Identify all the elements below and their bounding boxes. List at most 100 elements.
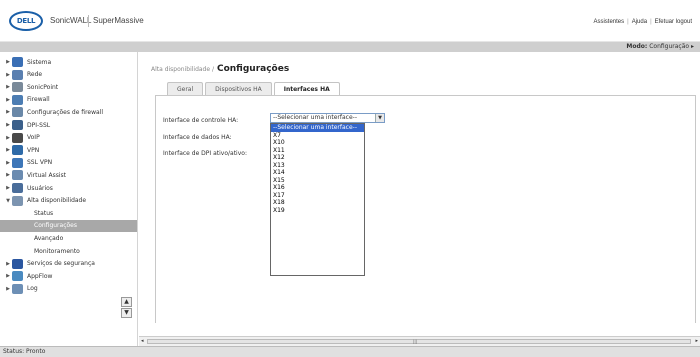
help-link[interactable]: Ajuda (632, 19, 647, 25)
sidebar-item-2[interactable]: ▶ Log (0, 283, 137, 295)
logout-link[interactable]: Efetuar logout (655, 19, 692, 25)
sidebar-item-5[interactable]: ▶ DPI-SSL (0, 119, 137, 131)
product-name: SuperMassive (93, 16, 144, 25)
chevron-right-icon[interactable]: ▶ (4, 160, 12, 166)
sidebar-subitem-2[interactable]: Avançado (0, 232, 137, 244)
sidebar-item-0[interactable]: ▶ Sistema (0, 56, 137, 68)
app-header: DELL SonicWALL SuperMassive Assistentes |… (0, 0, 700, 42)
sidebar-subitem-1[interactable]: Configurações (0, 219, 137, 232)
chevron-down-icon[interactable]: ▼ (375, 114, 384, 122)
dropdown-option[interactable]: X14 (271, 169, 364, 177)
chevron-right-icon[interactable]: ▶ (4, 273, 12, 279)
chevron-right-icon[interactable]: ▶ (4, 147, 12, 153)
brand-divider (88, 15, 89, 27)
sidebar-subitem-3[interactable]: Monitoramento (0, 245, 137, 257)
dropdown-option[interactable]: X16 (271, 184, 364, 192)
sidebar-item-label: SSL VPN (27, 159, 53, 167)
tab-dispositivos-ha[interactable]: Dispositivos HA (205, 82, 272, 95)
sidebar-item-3[interactable]: ▶ Firewall (0, 94, 137, 106)
scroll-thumb[interactable]: ||| (147, 339, 691, 344)
nav-icon (12, 82, 23, 93)
sidebar-item-label: Serviços de segurança (27, 260, 95, 268)
nav-icon (12, 271, 23, 282)
sidebar-item-2[interactable]: ▶ SonicPoint (0, 81, 137, 93)
dropdown-option[interactable]: X17 (271, 192, 364, 200)
sidebar-item-label: Log (27, 285, 38, 293)
mode-indicator[interactable]: Modo: Configuração ▸ (626, 43, 694, 50)
nav-icon (12, 107, 23, 118)
sidebar-item-label: Rede (27, 71, 43, 79)
sidebar-item-11[interactable]: ▼ Alta disponibilidade (0, 195, 137, 207)
sidebar-item-label: VoIP (27, 134, 40, 142)
interface-dropdown-list: --Selecionar uma interface-- X7 X10 X11 X12 X… (270, 123, 365, 276)
chevron-right-icon[interactable]: ▶ (4, 172, 12, 178)
chevron-right-icon[interactable]: ▶ (4, 72, 12, 78)
dropdown-option[interactable]: X7 (271, 132, 364, 140)
mode-bar: Modo: Configuração ▸ (0, 42, 700, 52)
sidebar-scrollbar[interactable]: ▲ ▼ (121, 297, 133, 319)
sidebar-item-1[interactable]: ▶ AppFlow (0, 270, 137, 282)
nav-icon (12, 170, 23, 181)
scroll-left-icon[interactable]: ◂ (141, 338, 144, 344)
sidebar-item-label: DPI-SSL (27, 121, 51, 129)
tab-interfaces-ha[interactable]: Interfaces HA (273, 82, 340, 96)
sidebar-item-0[interactable]: ▶ Serviços de segurança (0, 258, 137, 270)
nav-icon (12, 69, 23, 80)
sidebar-item-10[interactable]: ▶ Usuários (0, 182, 137, 194)
nav-icon (12, 94, 23, 105)
tab-panel (155, 95, 696, 323)
sidebar-item-label: VPN (27, 146, 40, 154)
nav-icon (12, 258, 23, 269)
sidebar-item-label: SonicPoint (27, 83, 59, 91)
sidebar-item-label: AppFlow (27, 272, 53, 280)
sidebar-item-7[interactable]: ▶ VPN (0, 144, 137, 156)
sidebar-item-label: Virtual Assist (27, 171, 67, 179)
page-title: Configurações (216, 64, 290, 74)
sidebar-item-6[interactable]: ▶ VoIP (0, 132, 137, 144)
dropdown-option[interactable]: X11 (271, 147, 364, 155)
chevron-right-icon[interactable]: ▶ (4, 84, 12, 90)
tab-bar: Geral Dispositivos HA Interfaces HA (167, 82, 342, 96)
nav-icon (12, 132, 23, 143)
dropdown-option[interactable]: --Selecionar uma interface-- (271, 124, 364, 132)
dropdown-option[interactable]: X10 (271, 139, 364, 147)
chevron-right-icon[interactable]: ▶ (4, 122, 12, 128)
scroll-right-icon[interactable]: ▸ (695, 338, 698, 344)
chevron-right-icon[interactable]: ▶ (4, 261, 12, 267)
sidebar-subitem-0[interactable]: Status (0, 207, 137, 219)
sidebar-item-8[interactable]: ▶ SSL VPN (0, 157, 137, 169)
sidebar-nav: ▶ Sistema ▶ Rede ▶ SonicPoint ▶ Firewall ▶ Config… (0, 52, 138, 346)
horizontal-scrollbar[interactable]: ◂ ||| ▸ (139, 336, 700, 346)
ha-data-interface-label: Interface de dados HA: (163, 134, 232, 141)
breadcrumb: Alta disponibilidade / Configurações (151, 64, 290, 74)
ha-control-interface-select[interactable]: --Selecionar uma interface-- ▼ (270, 113, 385, 123)
chevron-right-icon[interactable]: ▶ (4, 97, 12, 103)
scroll-up-icon[interactable]: ▲ (121, 297, 132, 307)
dropdown-option[interactable]: X18 (271, 199, 364, 207)
chevron-right-icon[interactable]: ▶ (4, 185, 12, 191)
nav-icon (12, 120, 23, 130)
chevron-right-icon[interactable]: ▶ (4, 135, 12, 141)
brand-name: SonicWALL (50, 16, 92, 25)
dell-logo: DELL (9, 11, 43, 31)
dpi-active-interface-label: Interface de DPI ativo/ativo: (163, 150, 247, 157)
dropdown-option[interactable]: X15 (271, 177, 364, 185)
chevron-right-icon[interactable]: ▶ (4, 59, 12, 65)
chevron-right-icon[interactable]: ▶ (4, 109, 12, 115)
nav-icon (12, 145, 23, 156)
status-bar: Status: Pronto (0, 346, 700, 357)
sidebar-item-1[interactable]: ▶ Rede (0, 69, 137, 81)
sidebar-item-label: Alta disponibilidade (27, 197, 87, 205)
chevron-right-icon[interactable]: ▶ (4, 286, 12, 292)
sidebar-item-4[interactable]: ▶ Configurações de firewall (0, 106, 137, 118)
nav-icon (12, 183, 23, 193)
dropdown-option[interactable]: X19 (271, 207, 364, 215)
dropdown-option[interactable]: X12 (271, 154, 364, 162)
assistants-link[interactable]: Assistentes (593, 19, 624, 25)
tab-geral[interactable]: Geral (167, 82, 204, 95)
sidebar-item-9[interactable]: ▶ Virtual Assist (0, 169, 137, 181)
chevron-down-icon[interactable]: ▼ (4, 198, 12, 204)
scroll-down-icon[interactable]: ▼ (121, 308, 132, 318)
dropdown-option[interactable]: X13 (271, 162, 364, 170)
main-content: Alta disponibilidade / Configurações Gera… (139, 52, 700, 346)
